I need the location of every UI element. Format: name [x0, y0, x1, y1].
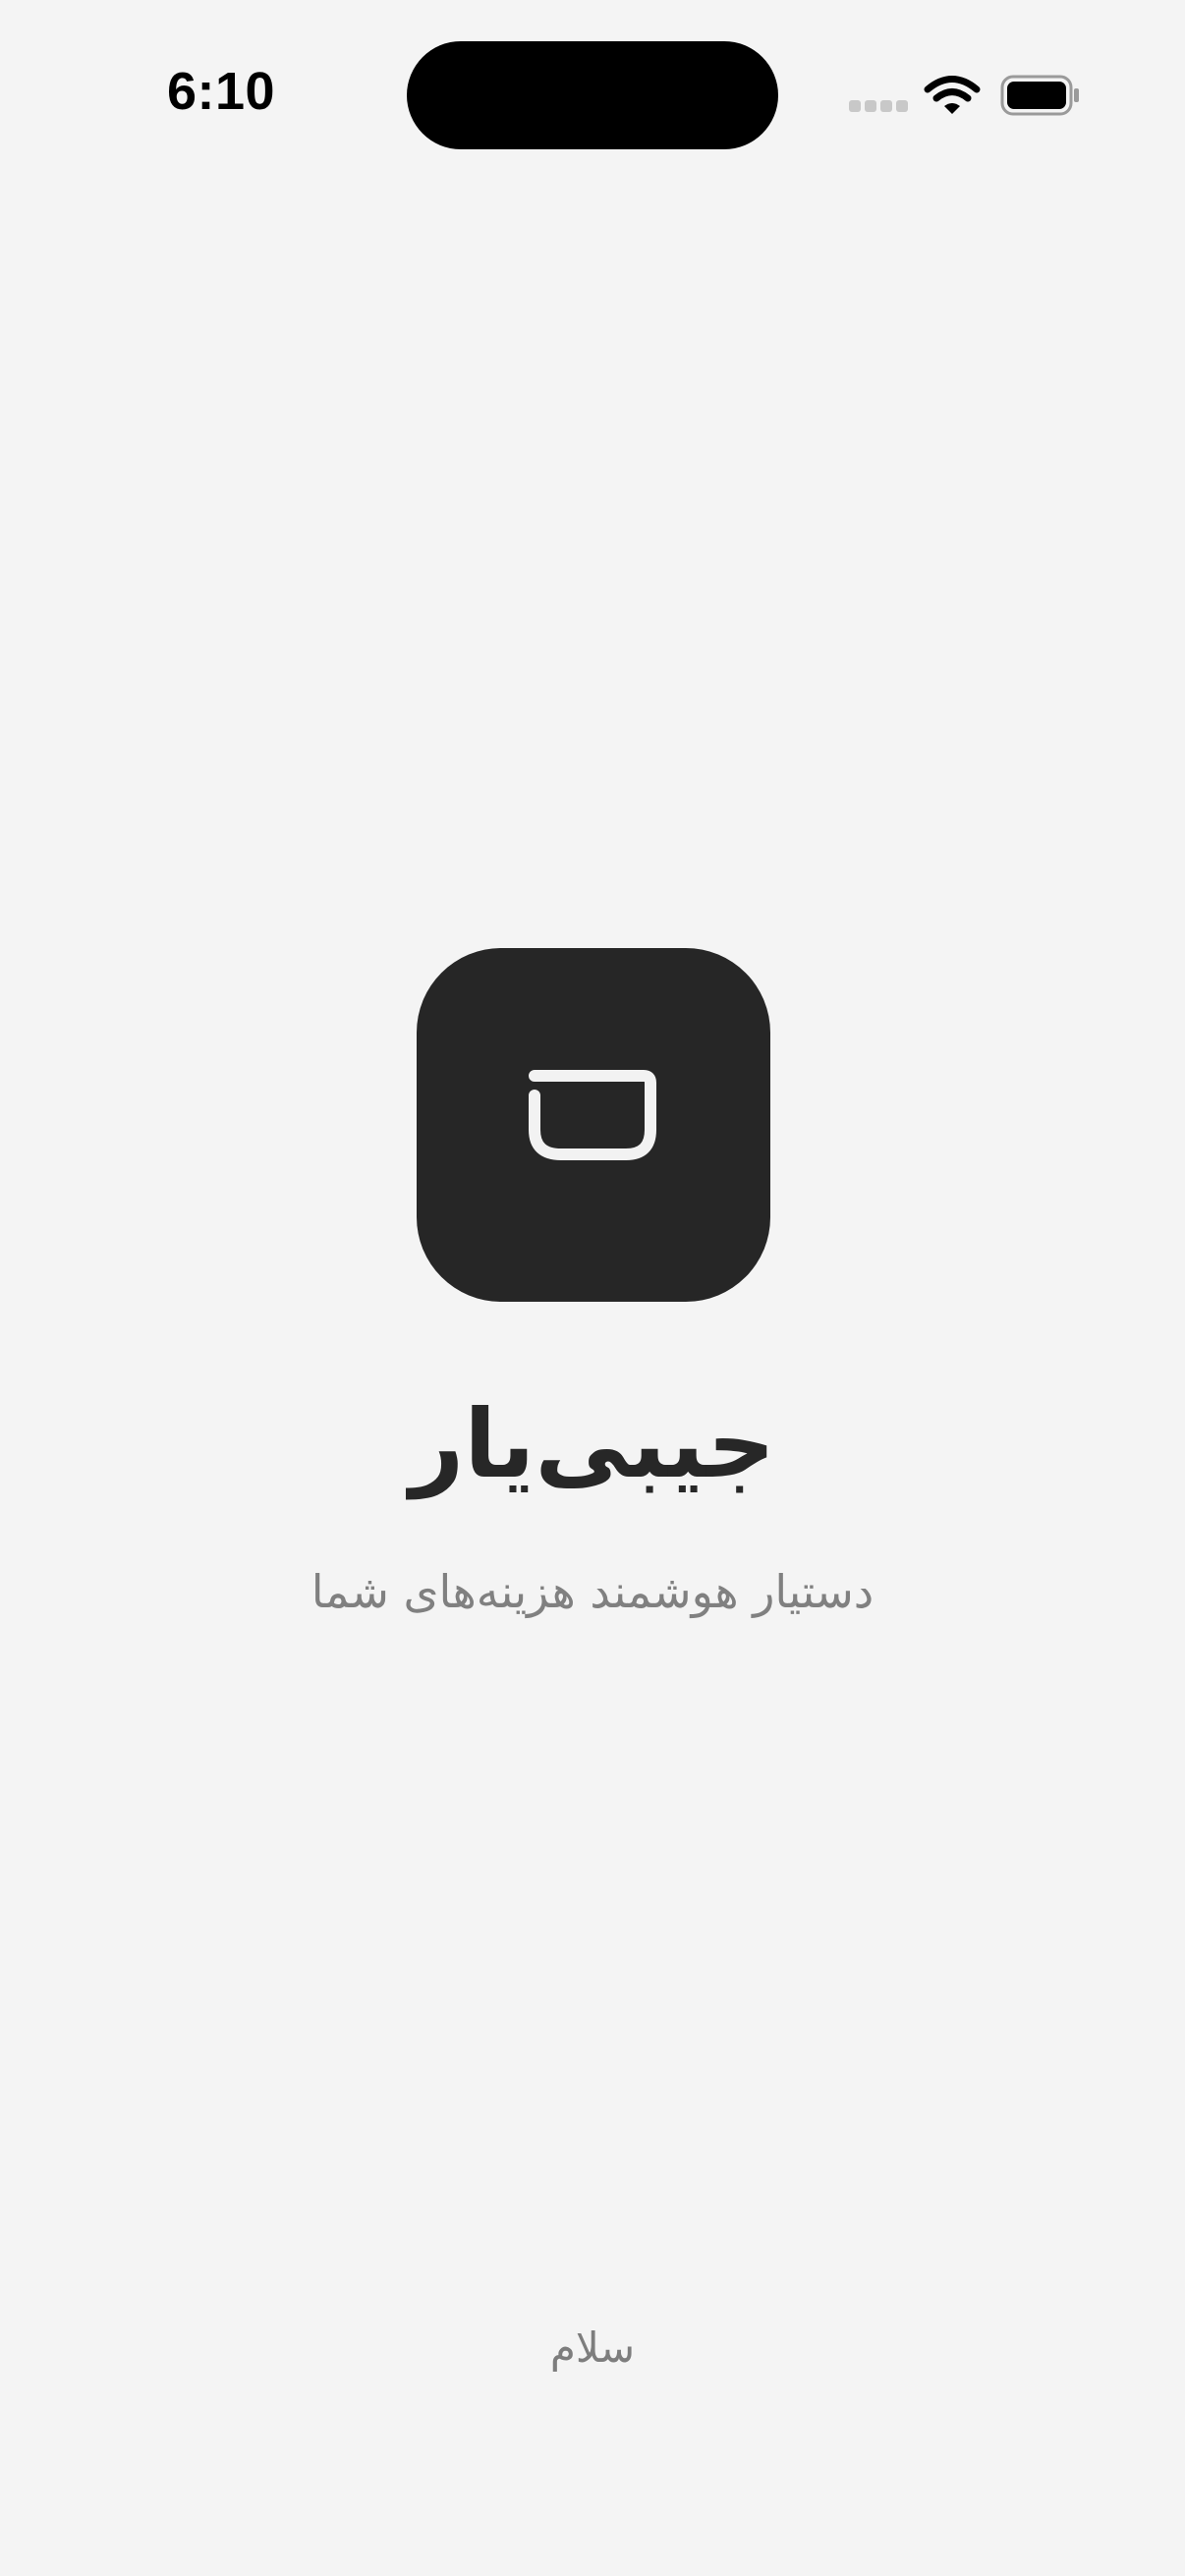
app-name: جیبی‌یار	[409, 1389, 776, 1499]
app-logo	[417, 948, 770, 1302]
wifi-icon	[924, 76, 981, 114]
status-bar: 6:10	[0, 0, 1185, 196]
status-time: 6:10	[167, 62, 276, 121]
cellular-signal-icon	[849, 100, 908, 114]
dynamic-island	[407, 41, 778, 149]
pocket-icon	[529, 1070, 656, 1160]
battery-icon	[1000, 75, 1079, 116]
footer-greeting: سلام	[549, 2324, 636, 2372]
app-tagline: دستیار هوشمند هزینه‌های شما	[310, 1565, 875, 1618]
